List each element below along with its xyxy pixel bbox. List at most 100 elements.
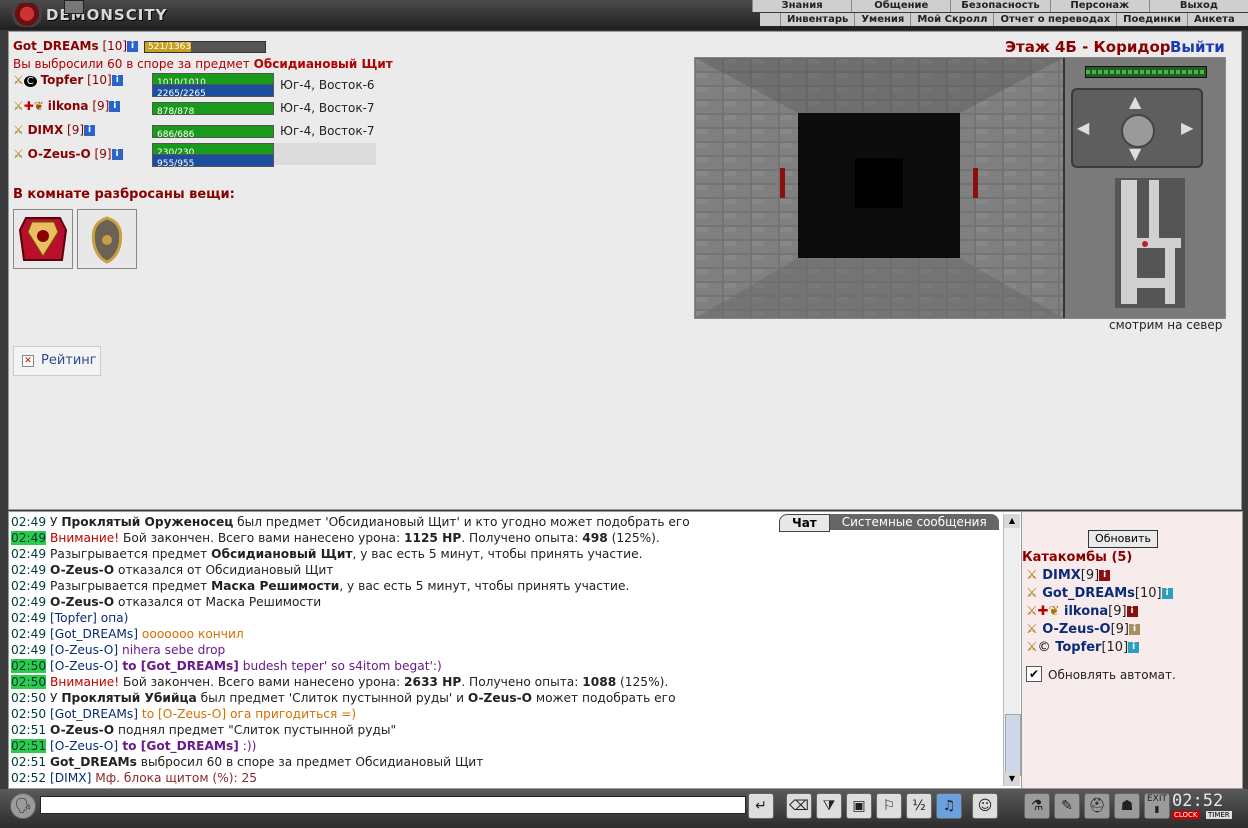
sub-menu: Инвентарь Умения Мой Скролл Отчет о пере… <box>760 13 1248 26</box>
chat-text: O-Zeus-O <box>50 563 115 577</box>
clock-button[interactable]: CLOCK <box>1172 811 1200 819</box>
corridor-view[interactable] <box>695 58 1063 318</box>
chat-text: Проклятый Убийца <box>61 691 197 705</box>
corridor-image <box>695 58 1063 318</box>
chat-text: 2633 HP <box>403 675 462 689</box>
chat-log: 02:49 У Проклятый Оруженосец был предмет… <box>11 514 1001 786</box>
rating-button[interactable]: ✕ Рейтинг <box>13 346 101 376</box>
room-player-level: [10] <box>1134 586 1162 601</box>
chat-nick[interactable]: [DIMX] <box>50 771 91 785</box>
room-player-name[interactable]: ilkona <box>1064 604 1108 619</box>
submenu-profile[interactable]: Анкета <box>1186 13 1241 26</box>
submenu-skills[interactable]: Умения <box>854 13 910 26</box>
info-icon[interactable]: i <box>1161 588 1173 599</box>
room-player-name[interactable]: Got_DREAMs <box>1042 586 1135 601</box>
submenu-transfers[interactable]: Отчет о переводах <box>993 13 1116 26</box>
music-icon[interactable]: ♫ <box>936 793 962 819</box>
chat-panel: 02:49 У Проклятый Оруженосец был предмет… <box>8 511 1022 789</box>
info-icon[interactable]: i <box>111 75 123 86</box>
chat-text: был предмет 'Слиток пустынной руды' и <box>196 691 468 705</box>
exit-link[interactable]: Выйти <box>1170 38 1225 56</box>
facing-direction: смотрим на север <box>1109 318 1223 332</box>
party-level: [9] <box>94 147 112 161</box>
chat-nick[interactable]: [Got_DREAMs] <box>50 707 138 721</box>
chat-time: 02:49 <box>11 547 47 561</box>
menu-character[interactable]: Персонаж <box>1049 0 1149 12</box>
info-icon[interactable]: i <box>1128 642 1140 653</box>
room-player-name[interactable]: DIMX <box>1042 568 1081 583</box>
filter-icon[interactable]: ⧩ <box>816 793 842 819</box>
chat-nick[interactable]: [O-Zeus-O] <box>50 739 118 753</box>
menu-security[interactable]: Безопасность <box>950 0 1049 12</box>
chat-nick[interactable]: [O-Zeus-O] <box>50 659 118 673</box>
party-level: [9] <box>92 99 110 113</box>
smiley-icon[interactable]: ☺ <box>972 793 998 819</box>
send-icon[interactable]: ↵ <box>748 793 774 819</box>
chat-text: (125%). <box>616 675 669 689</box>
info-icon[interactable]: i <box>84 125 96 136</box>
party-name[interactable]: O-Zeus-O <box>28 147 91 161</box>
party-name[interactable]: ilkona <box>48 99 89 113</box>
chat-line: 02:51 Got_DREAMs выбросил 60 в споре за … <box>11 754 1001 770</box>
scroll-icon[interactable]: ✎ <box>1054 793 1080 819</box>
auto-refresh-checkbox[interactable]: ✔ <box>1026 666 1042 682</box>
potion-icon[interactable]: ⚗ <box>1024 793 1050 819</box>
speaker-icon[interactable]: 🗣 <box>10 793 36 819</box>
arrow-forward-icon[interactable]: ▲ <box>1129 92 1141 111</box>
info-icon[interactable]: i <box>1126 606 1138 617</box>
menu-communication[interactable]: Общение <box>851 0 950 12</box>
chat-time: 02:52 <box>11 771 47 785</box>
armor-item[interactable] <box>13 209 73 269</box>
menu-exit[interactable]: Выход <box>1148 0 1248 12</box>
cross-icon: ✚ <box>1037 604 1049 619</box>
room-player-row: ⚔© Topfer[10] i <box>1026 640 1140 658</box>
shield-item[interactable] <box>77 209 137 269</box>
chat-line: 02:49 [O-Zeus-O] nihera sebe drop <box>11 642 1001 658</box>
submenu-inventory[interactable]: Инвентарь <box>780 13 854 26</box>
submenu-fights[interactable]: Поединки <box>1116 13 1187 26</box>
scroll-up-icon[interactable]: ▲ <box>1004 514 1020 528</box>
chat-input[interactable] <box>40 796 746 814</box>
chat-nick[interactable]: [Got_DREAMs] <box>50 627 138 641</box>
info-icon[interactable]: i <box>111 149 123 160</box>
exit-door-icon[interactable]: EXIT ▮ <box>1144 793 1170 819</box>
mp-bar: 955/955 <box>152 154 274 169</box>
room-player-name[interactable]: O-Zeus-O <box>1042 622 1110 637</box>
refresh-button[interactable]: Обновить <box>1088 530 1158 548</box>
party-row-dimx: ⚔ DIMX [9] i <box>13 123 96 145</box>
arrow-right-icon[interactable]: ▶ <box>1181 118 1193 137</box>
submenu-scroll[interactable]: Мой Скролл <box>910 13 993 26</box>
chat-text: Бой закончен. Всего вами нанесено урона: <box>119 531 404 545</box>
info-icon[interactable]: i <box>109 101 121 112</box>
info-icon[interactable]: i <box>1099 570 1111 581</box>
chat-line: 02:49 O-Zeus-O отказался от Обсидиановый… <box>11 562 1001 578</box>
arrow-left-icon[interactable]: ◀ <box>1077 118 1089 137</box>
flag-icon <box>64 0 84 14</box>
timer-button[interactable]: TIMER <box>1206 811 1232 819</box>
party-name[interactable]: DIMX <box>28 123 64 137</box>
chat-text: :)) <box>238 739 257 753</box>
helmet-icon[interactable]: ⛑ <box>1084 793 1110 819</box>
chat-scrollbar[interactable]: ▲ ▼ <box>1003 514 1021 786</box>
info-icon[interactable]: i <box>1128 624 1140 635</box>
chat-nick[interactable]: опа) <box>97 611 129 625</box>
scroll-thumb[interactable] <box>1005 714 1021 776</box>
info-icon[interactable]: i <box>127 41 139 52</box>
fraction-icon[interactable]: ½ <box>906 793 932 819</box>
chat-nick[interactable]: [O-Zeus-O] <box>50 643 118 657</box>
inventory-icon[interactable]: ☗ <box>1114 793 1140 819</box>
party-name[interactable]: Topfer <box>41 73 84 87</box>
chat-nick[interactable]: [Topfer] <box>50 611 97 625</box>
scroll-down-icon[interactable]: ▼ <box>1004 772 1020 786</box>
auto-refresh-label: Обновлять автомат. <box>1048 668 1176 682</box>
turn-center-icon[interactable] <box>1121 114 1155 148</box>
translit-icon[interactable]: ⚐ <box>876 793 902 819</box>
chat-time: 02:49 <box>11 627 47 641</box>
eraser-icon[interactable]: ⌫ <box>786 793 812 819</box>
tab-chat[interactable]: Чат <box>779 514 830 532</box>
room-player-name[interactable]: Topfer <box>1055 640 1101 655</box>
save-log-icon[interactable]: ▣ <box>846 793 872 819</box>
tab-system-messages[interactable]: Системные сообщения <box>829 514 999 530</box>
player-name[interactable]: Got_DREAMs <box>13 39 99 53</box>
menu-knowledge[interactable]: Знания <box>752 0 851 12</box>
